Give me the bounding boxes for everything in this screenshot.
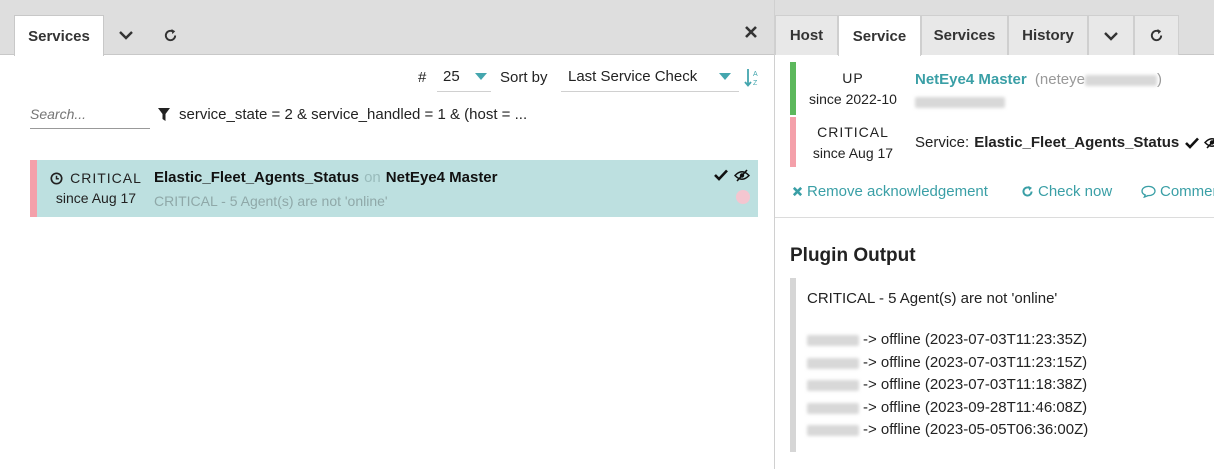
plugin-line: -> offline (2023-09-28T11:46:08Z) (807, 399, 1087, 416)
dropdown-triangle-icon (719, 73, 731, 80)
plugin-line: -> offline (2023-07-03T11:23:15Z) (807, 354, 1087, 371)
sort-direction-icon[interactable]: A Z (744, 68, 760, 93)
plugin-line: -> offline (2023-07-03T11:18:38Z) (807, 376, 1087, 393)
svg-text:Z: Z (753, 80, 758, 87)
right-tab-bar: Host Service Services History (775, 0, 1214, 56)
row-state-cell: CRITICAL since Aug 17 (37, 160, 155, 217)
check-now-label: Check now (1038, 183, 1113, 200)
remove-acknowledgement-link[interactable]: Remove acknowledgement (792, 183, 988, 200)
row-plugin-output: CRITICAL - 5 Agent(s) are not 'online' (154, 193, 388, 209)
plugin-line: -> offline (2023-07-03T11:23:35Z) (807, 331, 1087, 348)
service-label: Service: (915, 134, 970, 151)
plugin-line: -> offline (2023-05-05T06:36:00Z) (807, 421, 1088, 438)
limit-label: # (418, 69, 427, 86)
comment-label: Commen (1160, 183, 1214, 200)
host-fqdn-prefix: (neteye (1034, 71, 1085, 88)
sort-label: Sort by (500, 69, 548, 86)
redacted-address (915, 94, 1005, 112)
limit-select[interactable]: 25 (437, 62, 491, 92)
detail-pane: Host Service Services History UP since 2… (774, 0, 1214, 469)
check-now-link[interactable]: Check now (1021, 183, 1112, 200)
row-service-name: Elastic_Fleet_Agents_Status (154, 169, 360, 186)
sort-value: Last Service Check (568, 68, 698, 85)
plugin-output-box: CRITICAL - 5 Agent(s) are not 'online' -… (790, 278, 1214, 452)
host-state: UP (842, 70, 864, 86)
services-list-pane: Services # 25 Sort by Last Service Check (0, 0, 774, 469)
plugin-output-title: Plugin Output (790, 245, 916, 266)
sort-select[interactable]: Last Service Check (561, 62, 739, 92)
remove-ack-label: Remove acknowledgement (807, 183, 988, 200)
acknowledged-check-icon (1185, 137, 1200, 149)
service-actions: Remove acknowledgement Check now Commen (790, 183, 1214, 203)
row-title[interactable]: Elastic_Fleet_Agents_Status on NetEye4 Mas… (154, 169, 498, 186)
tab-host-label: Host (789, 27, 824, 44)
tab-services[interactable]: Services (14, 15, 104, 56)
tab-services-label: Services (933, 27, 996, 44)
section-divider (775, 217, 1214, 229)
row-host-name: NetEye4 Master (385, 169, 498, 186)
tab-history[interactable]: History (1008, 15, 1088, 55)
host-name-line: NetEye4 Master (neteye) (915, 71, 1162, 88)
host-fqdn-suffix: ) (1156, 71, 1162, 88)
service-info: CRITICAL since Aug 17 Service: Elastic_F… (790, 117, 1214, 167)
host-since: since 2022-10 (809, 91, 897, 107)
host-name-link[interactable]: NetEye4 Master (915, 71, 1027, 88)
service-state: CRITICAL (817, 124, 889, 140)
dropdown-triangle-icon (475, 73, 487, 80)
filter-text: service_state = 2 & service_handled = 1 … (179, 106, 528, 123)
svg-text:A: A (753, 71, 758, 78)
comment-icon (1141, 185, 1156, 198)
check-progress-icon (736, 190, 750, 204)
chevron-down-icon[interactable] (1088, 15, 1134, 55)
chevron-down-icon[interactable] (105, 15, 147, 55)
redacted-text (1084, 74, 1157, 86)
host-state-cell: UP since 2022-10 (796, 70, 910, 107)
row-state: CRITICAL (70, 170, 142, 186)
app-root: Services # 25 Sort by Last Service Check (0, 0, 1214, 469)
search-input[interactable] (30, 100, 150, 129)
filter-icon (158, 108, 170, 121)
tab-history-label: History (1022, 27, 1074, 44)
limit-value: 25 (443, 68, 460, 85)
service-name: Elastic_Fleet_Agents_Status (974, 134, 1180, 151)
clock-icon (50, 171, 63, 185)
list-controls: # 25 Sort by Last Service Check A Z (0, 62, 774, 92)
table-row[interactable]: CRITICAL since Aug 17 Elastic_Fleet_Agen… (30, 160, 758, 217)
service-state-cell: CRITICAL since Aug 17 (796, 124, 910, 161)
remove-icon (792, 186, 803, 197)
eye-slash-icon (1204, 138, 1214, 149)
tab-host[interactable]: Host (775, 15, 838, 55)
tab-service[interactable]: Service (838, 15, 921, 56)
acknowledged-check-icon (714, 169, 728, 181)
tab-services[interactable]: Services (921, 15, 1008, 55)
eye-slash-icon (734, 169, 750, 182)
tab-services-label: Services (28, 27, 90, 45)
refresh-icon (1022, 185, 1033, 197)
filter-expression[interactable]: service_state = 2 & service_handled = 1 … (158, 106, 527, 123)
host-info: UP since 2022-10 NetEye4 Master (neteye) (790, 62, 1214, 115)
plugin-summary: CRITICAL - 5 Agent(s) are not 'online' (807, 290, 1058, 307)
row-status-icons (714, 169, 750, 182)
service-name-line: Service: Elastic_Fleet_Agents_Status (915, 134, 1214, 151)
row-since: since Aug 17 (55, 190, 137, 206)
row-on-label: on (364, 169, 381, 186)
tab-service-label: Service (852, 27, 907, 45)
left-tab-bar: Services (0, 0, 774, 56)
critical-state-bar (30, 160, 37, 217)
service-since: since Aug 17 (812, 145, 894, 161)
close-icon[interactable] (744, 25, 760, 41)
refresh-icon[interactable] (1134, 15, 1179, 55)
refresh-icon[interactable] (149, 15, 191, 55)
add-comment-link[interactable]: Commen (1141, 183, 1214, 200)
